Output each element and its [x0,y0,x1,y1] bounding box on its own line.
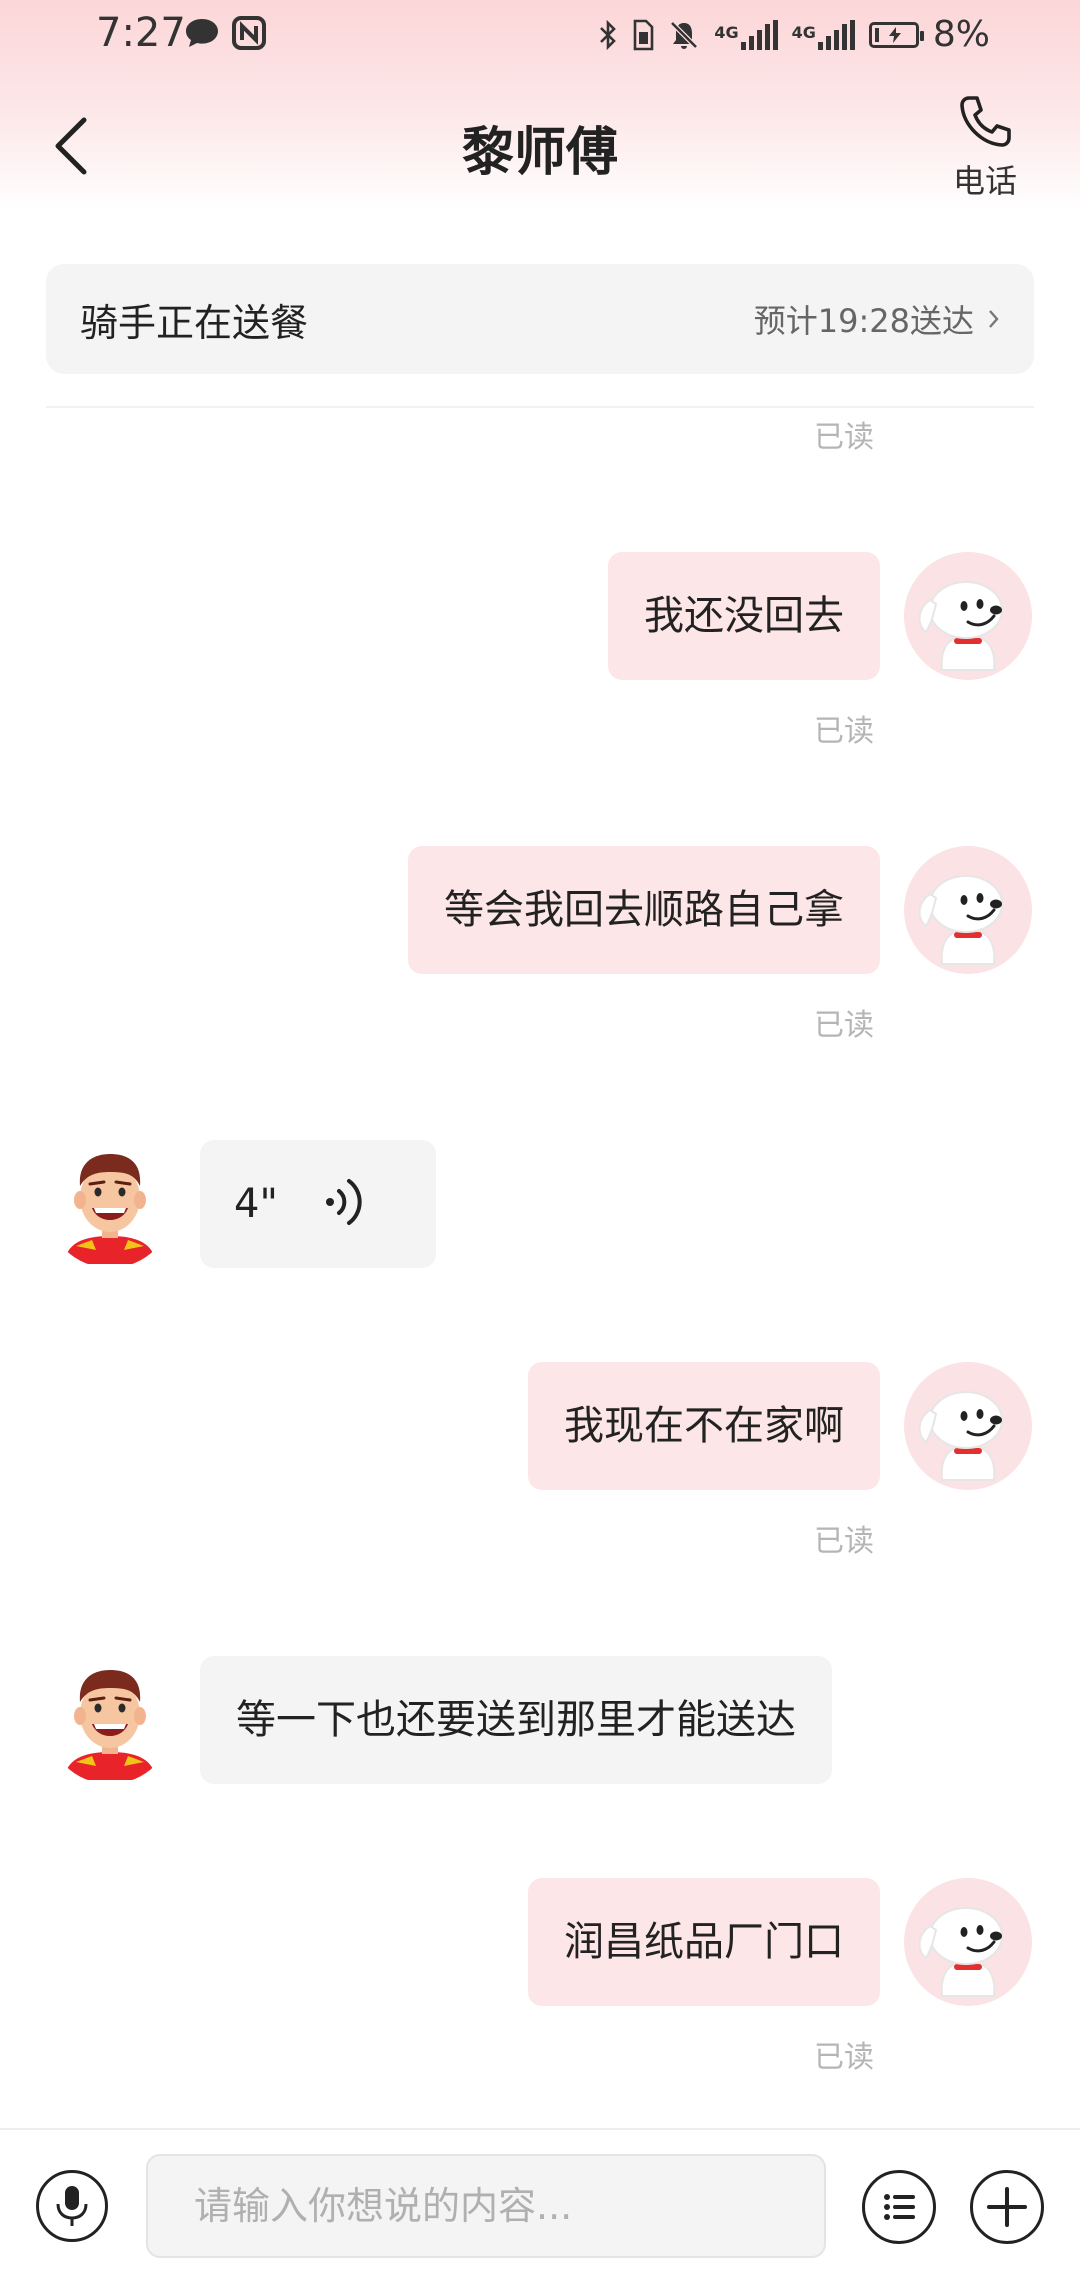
bluetooth-icon [600,19,617,50]
avatar-dog-icon [918,1907,1003,1997]
rider-avatar[interactable] [46,1140,174,1268]
jd-dog-avatar[interactable] [904,1362,1032,1490]
jd-dog-avatar[interactable] [904,846,1032,974]
jd-dog-avatar[interactable] [904,1878,1032,2006]
voice-message-bubble[interactable]: 4" [200,1140,436,1268]
avatar-dog-icon [918,581,1003,671]
network-type-1: 4G [714,22,739,42]
signal-icon: 4G [791,19,855,50]
network-type-2: 4G [791,22,816,42]
more-options-button[interactable] [970,2170,1044,2244]
nfc-icon [232,16,266,50]
delivery-status-banner[interactable]: 骑手正在送餐 预计19:28送达 [46,264,1034,374]
message-bubble-me[interactable]: 等会我回去顺路自己拿 [408,846,880,974]
voice-wave-icon [325,1179,362,1225]
delivery-status-text: 骑手正在送餐 [80,300,309,345]
call-label: 电话 [952,162,1017,200]
avatar-dog-icon [918,1391,1003,1481]
message-bubble-rider[interactable]: 等一下也还要送到那里才能送达 [200,1656,832,1784]
chat-icon [186,19,218,47]
read-status: 已读 [814,1524,874,1559]
mute-bell-icon [670,20,699,49]
read-status: 已读 [814,1008,874,1043]
message-composer [0,2128,1080,2282]
message-bubble-me[interactable]: 我还没回去 [608,552,880,680]
quick-phrases-button[interactable] [862,2170,936,2244]
jd-dog-avatar[interactable] [904,552,1032,680]
message-bubble-me[interactable]: 润昌纸品厂门口 [528,1878,880,2006]
battery-charging-icon [868,21,924,48]
sim-icon [634,19,654,50]
rider-face-icon [64,1154,156,1264]
chevron-right-icon [989,310,999,328]
microphone-icon [56,2186,88,2226]
delivery-eta-text: 预计19:28送达 [753,302,974,340]
status-left-icons [184,16,266,50]
list-icon [884,2194,915,2220]
read-status: 已读 [814,420,874,455]
phone-icon [960,96,1011,147]
voice-input-button[interactable] [36,2170,108,2242]
read-status: 已读 [814,2040,874,2075]
voice-duration: 4" [234,1181,278,1227]
avatar-dog-icon [918,875,1003,965]
page-title: 黎师傅 [461,123,618,183]
status-bar: 7:27 4G 4G 8% [0,0,1080,76]
delivery-eta: 预计19:28送达 [754,296,1000,342]
read-status: 已读 [814,714,874,749]
rider-face-icon [64,1670,156,1780]
divider [46,406,1034,408]
status-right-icons: 4G 4G 8% [598,14,990,55]
rider-avatar[interactable] [46,1656,174,1784]
status-time: 7:27 [96,10,186,56]
call-button[interactable]: 电话 [930,92,1040,202]
message-input[interactable] [146,2154,826,2258]
battery-percent: 8% [932,14,990,55]
signal-icon: 4G [714,19,778,50]
message-bubble-me[interactable]: 我现在不在家啊 [528,1362,880,1490]
plus-icon [987,2187,1027,2227]
